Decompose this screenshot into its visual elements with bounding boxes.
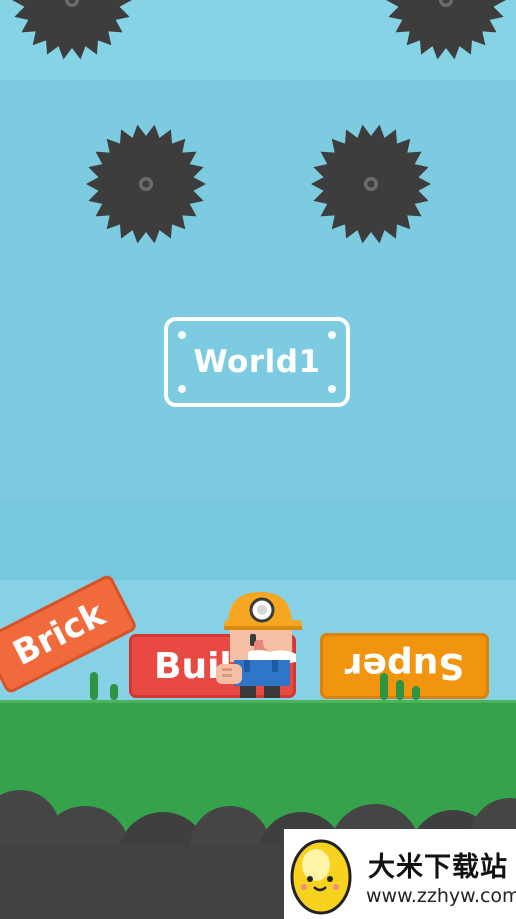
grass-tuft [396, 680, 404, 700]
saw-blade-icon [10, 0, 134, 62]
sky-band [0, 500, 516, 580]
grass-tuft [90, 672, 98, 700]
rivet-icon [178, 331, 186, 339]
super-word-block[interactable]: Super [320, 633, 489, 699]
watermark-url: www.zzhyw.com [366, 885, 516, 907]
rivet-icon [178, 385, 186, 393]
watermark-name: 大米下载站 [368, 852, 508, 883]
saw-blade-icon [84, 122, 208, 246]
world-title: World1 [193, 344, 321, 380]
rivet-icon [328, 385, 336, 393]
world-sign[interactable]: World1 [164, 317, 350, 407]
game-stage[interactable]: World1 Brick Buil Super 大米下载站 www.zzhyw.… [0, 0, 516, 919]
miner-character[interactable] [214, 588, 304, 700]
watermark-panel: 大米下载站 www.zzhyw.com [284, 829, 516, 919]
grass-tuft [380, 673, 388, 700]
super-word-label: Super [344, 645, 465, 687]
egg-mascot-icon [290, 839, 352, 915]
grass-tuft [110, 684, 118, 700]
saw-blade-icon [309, 122, 433, 246]
grass-tuft [412, 686, 420, 700]
ground-edge [0, 700, 516, 703]
rivet-icon [328, 331, 336, 339]
saw-blade-icon [384, 0, 508, 62]
